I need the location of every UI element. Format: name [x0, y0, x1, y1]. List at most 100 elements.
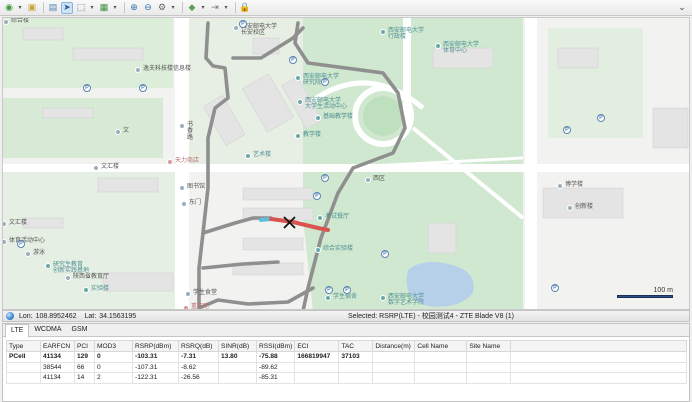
layer-icon: ◉: [5, 2, 13, 12]
column-header[interactable]: RSRP(dBm): [132, 340, 179, 352]
poi-icon: [135, 67, 141, 73]
map-label: 东门: [189, 200, 202, 206]
map-label: 西安邮电大学 大学生活动中心: [305, 98, 348, 111]
open-button[interactable]: ▣: [26, 2, 38, 14]
table-cell: [294, 372, 340, 384]
map-label: 图书馆: [187, 184, 206, 190]
grid-button[interactable]: ▦: [98, 2, 110, 14]
map-label: 书 香 路: [187, 122, 194, 141]
map-label: 学生食堂: [193, 290, 218, 296]
column-header[interactable]: SINR(dB): [218, 340, 257, 352]
column-header[interactable]: Type: [6, 340, 41, 352]
toolbar-separator: [182, 2, 183, 13]
table-row[interactable]: 41134 14 2 -122.31 -26.56 -85.31: [6, 372, 688, 384]
table-cell: [338, 372, 374, 384]
tag-button[interactable]: ◆: [186, 2, 198, 14]
parking-icon: P: [321, 78, 329, 86]
map-label: 实验楼: [91, 286, 110, 292]
map-label: 天力商店: [175, 158, 200, 164]
zoom-out-button[interactable]: ⊖: [142, 2, 154, 14]
table-cell: [414, 351, 468, 363]
chevron-down-icon[interactable]: ▾: [17, 4, 23, 11]
table-row[interactable]: 38544 66 0 -107.31 -8.62 -89.62: [6, 361, 688, 373]
poi-icon: [295, 75, 301, 81]
poi-icon: [179, 185, 185, 191]
chevron-down-icon[interactable]: ▾: [89, 4, 95, 11]
poi-icon: [295, 133, 301, 139]
parking-icon: P: [325, 286, 333, 294]
map-label: 体育活动中心: [9, 238, 46, 244]
table-cell: [510, 372, 688, 384]
column-header[interactable]: Cell Name: [414, 340, 468, 352]
poi-icon: [317, 215, 323, 221]
map-toolbar: ◉ ▾ ▣ ▤ ➤ ⬚ ▾ ▦ ▾ ⊕ ⊖ ⚙ ▾ ◆ ▾ ⇥ ▾ 🔒 ⌄: [0, 0, 692, 16]
current-position-marker[interactable]: [283, 216, 296, 229]
column-header[interactable]: Site Name: [466, 340, 512, 352]
table-cell: [372, 372, 416, 384]
select-arrow-button[interactable]: ➤: [61, 1, 73, 14]
scale-bar: [617, 295, 673, 298]
column-header[interactable]: TAC: [338, 340, 374, 352]
tab-gsm[interactable]: GSM: [67, 324, 93, 337]
chevron-down-icon[interactable]: ▾: [200, 4, 206, 11]
column-header[interactable]: PCI: [74, 340, 95, 352]
select-area-button[interactable]: ⬚: [75, 2, 87, 14]
map-label: 学生宿舍: [333, 294, 358, 300]
settings-icon: ⚙: [157, 2, 167, 12]
poi-icon: [557, 183, 563, 189]
column-header[interactable]: Distance(m): [372, 340, 416, 352]
technology-tabs: LTE WCDMA GSM: [3, 324, 689, 338]
map-label: 博学楼: [565, 182, 584, 188]
column-header[interactable]: [510, 340, 688, 352]
poi-icon: [115, 129, 121, 135]
lat-value: 34.1563195: [99, 312, 137, 320]
table-row[interactable]: PCell 41134 129 0 -103.31 -7.31 13.80 -75.88 166…: [6, 351, 688, 363]
parking-icon: P: [597, 114, 605, 122]
parking-icon: P: [239, 20, 247, 28]
map-scale: 100 m: [617, 287, 673, 299]
column-header[interactable]: RSSI(dBm): [255, 340, 296, 352]
poi-icon: [435, 43, 441, 49]
map-label: 考试餐厅: [325, 214, 350, 220]
column-header[interactable]: MOD3: [94, 340, 133, 352]
table-cell: 0: [94, 361, 133, 373]
poi-icon: [25, 251, 31, 257]
parking-icon: P: [83, 84, 91, 92]
poi-icon: [167, 159, 173, 165]
grid-icon: ▦: [99, 2, 109, 12]
map-view[interactable]: 综合楼 西安邮电大学 长安校区 西安邮电大学 行政楼 逸夫科技楼信息楼 西安邮电大学 体…: [2, 17, 690, 310]
parking-icon: P: [17, 240, 25, 248]
tab-lte[interactable]: LTE: [5, 324, 30, 338]
chevron-down-icon[interactable]: ⌄: [675, 1, 689, 14]
select-area-icon: ⬚: [76, 2, 86, 12]
toolbar-separator: [124, 2, 125, 13]
poi-icon: [65, 275, 71, 281]
column-header[interactable]: ECI: [294, 340, 340, 352]
settings-button[interactable]: ⚙: [156, 2, 168, 14]
zoom-in-button[interactable]: ⊕: [128, 2, 140, 14]
chevron-down-icon[interactable]: ▾: [223, 4, 229, 11]
chevron-down-icon[interactable]: ▾: [170, 4, 176, 11]
chevron-down-icon[interactable]: ▾: [112, 4, 118, 11]
cell-info-panel: LTE WCDMA GSM Type EARFCN PCI MOD3 RSRP(dBm) RS…: [2, 323, 690, 402]
parking-icon: P: [343, 286, 351, 294]
tab-wcdma[interactable]: WCDMA: [29, 324, 66, 337]
table-cell: -75.88: [255, 351, 296, 363]
poi-icon: [315, 247, 321, 253]
table-cell: 13.80: [218, 351, 257, 363]
table-cell: -7.31: [178, 351, 219, 363]
globe-icon: [6, 312, 14, 320]
lock-button[interactable]: 🔒: [239, 2, 251, 14]
table-cell: [414, 372, 468, 384]
column-header[interactable]: RSRQ(dB): [178, 340, 219, 352]
map-button[interactable]: ▤: [47, 2, 59, 14]
measure-button[interactable]: ⇥: [209, 2, 221, 14]
table-cell: [510, 351, 688, 363]
zoom-out-icon: ⊖: [144, 2, 152, 12]
table-header-row: Type EARFCN PCI MOD3 RSRP(dBm) RSRQ(dB) SINR(d…: [6, 340, 688, 352]
map-label: 西区: [373, 176, 386, 182]
column-header[interactable]: EARFCN: [40, 340, 75, 352]
layer-button[interactable]: ◉: [3, 2, 15, 14]
map-icon: ▤: [48, 2, 58, 12]
map-label: 西安邮电大学 数字艺术学院: [388, 294, 425, 307]
